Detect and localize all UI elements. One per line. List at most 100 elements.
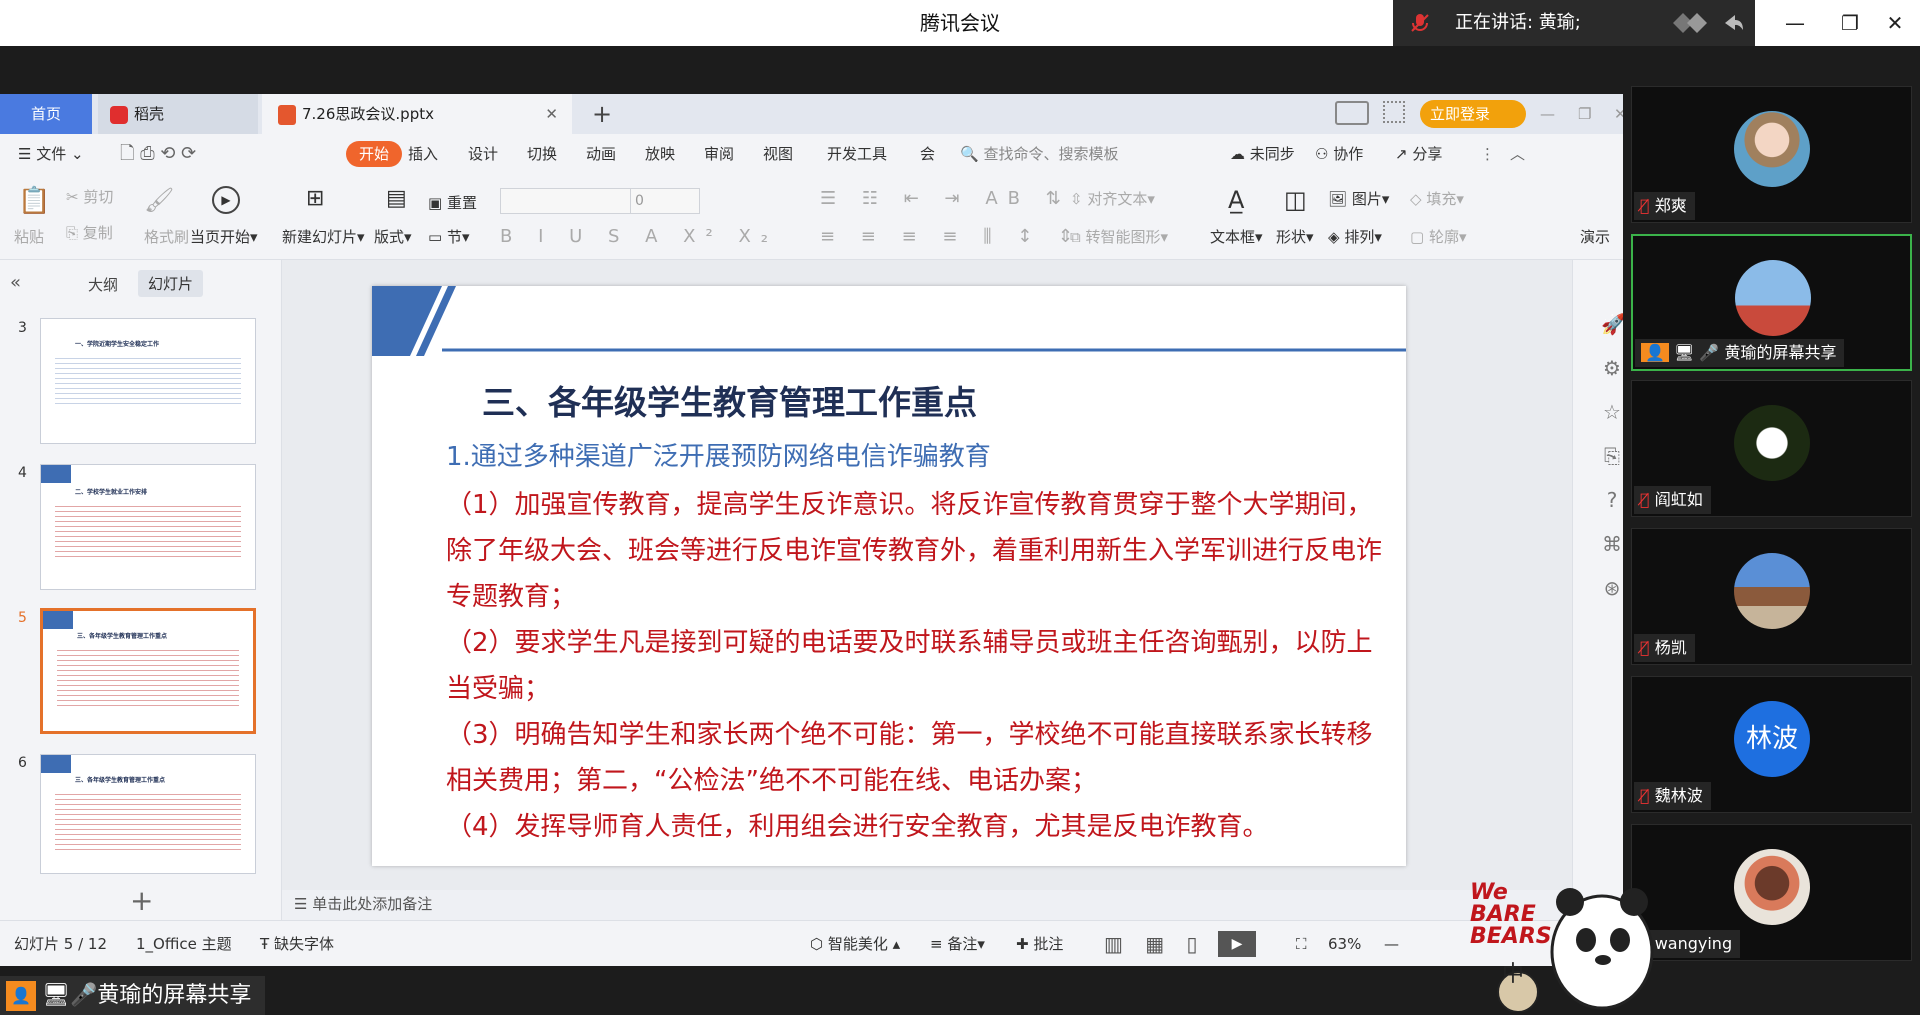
command-search[interactable]: 🔍 查找命令、搜索模板 <box>960 134 1118 174</box>
menu-animation[interactable]: 动画 <box>586 134 616 174</box>
participant-tile[interactable]: 🎙̸ 阎虹如 <box>1631 380 1912 517</box>
menu-review[interactable]: 审阅 <box>704 134 734 174</box>
zoom-out-button[interactable]: — <box>1384 921 1399 967</box>
menu-insert[interactable]: 插入 <box>408 134 438 174</box>
collab-button[interactable]: ⚇ 协作 <box>1315 134 1363 174</box>
notes-placeholder: ☰ 单击此处添加备注 <box>294 895 433 913</box>
participant-tile[interactable]: 🎙̸ wangying <box>1631 824 1912 961</box>
new-tab-button[interactable]: + <box>592 94 612 134</box>
participant-tile[interactable]: 🎙̸ 杨凯 <box>1631 528 1912 665</box>
textbox-button[interactable]: 文本框▾ <box>1210 226 1263 247</box>
more-icon[interactable]: ⋮ <box>1480 134 1495 174</box>
restore-button[interactable]: ❐ <box>1830 0 1870 46</box>
slide-thumbnail[interactable]: 二、学校学生就业工作安排 <box>40 464 256 590</box>
format-painter-button[interactable]: 格式刷 <box>144 226 189 247</box>
pptx-icon <box>278 104 296 125</box>
wps-minimize-button[interactable]: — <box>1540 94 1555 134</box>
menu-developer[interactable]: 开发工具 <box>827 134 887 174</box>
minimize-button[interactable]: — <box>1775 0 1815 46</box>
layout-button[interactable]: 版式▾ <box>374 226 412 247</box>
menu-transition[interactable]: 切换 <box>527 134 557 174</box>
cut-button[interactable]: ✂ 剪切 <box>66 186 113 207</box>
fill-button[interactable]: ◇ 填充▾ <box>1410 188 1464 209</box>
avatar: 林波 <box>1734 701 1810 777</box>
menu-view[interactable]: 视图 <box>763 134 793 174</box>
participant-tile-active[interactable]: 👤 🖥 🎤 黄瑜的屏幕共享 <box>1631 234 1912 371</box>
list-buttons[interactable]: ☰ ☷ ⇤ ⇥ AB ⇅ <box>820 188 1071 209</box>
zoom-level[interactable]: 63% <box>1328 921 1361 967</box>
arrange-label: 排列 <box>1344 228 1375 246</box>
share-button[interactable]: ↗ 分享 <box>1395 134 1442 174</box>
align-buttons[interactable]: ≡ ≡ ≡ ≡ ⫼ ↕ ⇕ <box>820 226 1083 247</box>
font-name-select[interactable] <box>500 188 632 214</box>
slide-thumbnail[interactable]: 一、学院近期学生安全稳定工作 <box>40 318 256 444</box>
quick-access-icons[interactable]: 🗋 ⎙ ⟲ ⟳ <box>120 134 196 174</box>
sync-label: 未同步 <box>1249 145 1295 163</box>
mic-muted-icon[interactable] <box>1409 12 1431 34</box>
notes-toggle-button[interactable]: ≡ 备注▾ <box>930 921 985 967</box>
layout-icon[interactable] <box>1335 101 1369 125</box>
collapse-ribbon-icon[interactable]: ︿ <box>1510 134 1525 174</box>
slide[interactable]: 三、各年级学生教育管理工作重点 1.通过多种渠道广泛开展预防网络电信诈骗教育 （… <box>372 286 1406 866</box>
layout-label: 版式 <box>374 228 405 246</box>
new-slide-button[interactable]: 新建幻灯片▾ <box>282 226 365 247</box>
login-button[interactable]: 立即登录 <box>1420 100 1526 128</box>
layout-icon[interactable]: ▤ <box>386 186 407 211</box>
tab-document[interactable]: 7.26思政会议.pptx ✕ <box>262 94 572 134</box>
paste-button[interactable]: 粘贴 <box>14 226 44 247</box>
participant-tile[interactable]: 🎙̸ 郑爽 <box>1631 86 1912 223</box>
outline-button[interactable]: ▢ 轮廓▾ <box>1410 226 1467 247</box>
arrange-button[interactable]: ◈ 排列▾ <box>1328 226 1382 247</box>
section-button[interactable]: ▭ 节▾ <box>428 226 470 247</box>
tab-daoke[interactable]: 稻壳 <box>98 94 258 134</box>
paste-icon[interactable]: 📋 <box>18 186 50 216</box>
new-slide-icon[interactable]: ⊞ <box>306 186 324 211</box>
beautify-button[interactable]: ⬡ 智能美化 ▴ <box>810 921 900 967</box>
participant-tile[interactable]: 林波 🎙̸ 魏林波 <box>1631 676 1912 813</box>
copy-button[interactable]: ⎘ 复制 <box>66 222 113 243</box>
menu-start[interactable]: 开始 <box>346 141 403 167</box>
present-button[interactable]: 演示 <box>1580 226 1610 247</box>
collapse-pane-icon[interactable]: « <box>10 272 21 293</box>
menu-design[interactable]: 设计 <box>468 134 498 174</box>
tab-close-icon[interactable]: ✕ <box>545 94 558 134</box>
grid-icon[interactable] <box>1383 101 1405 123</box>
slide-thumbnail[interactable]: 三、各年级学生教育管理工作重点 <box>40 754 256 874</box>
fill-label: 填充 <box>1426 190 1457 208</box>
textbox-icon[interactable]: A̲ <box>1228 186 1244 214</box>
mic-muted-icon: 🎙̸ <box>1640 490 1650 509</box>
format-painter-icon[interactable]: 🖌 <box>144 186 174 214</box>
shape-icon[interactable]: ◫ <box>1284 186 1307 214</box>
file-menu[interactable]: ☰ 文件 ⌄ <box>18 134 84 174</box>
tab-slides[interactable]: 幻灯片 <box>138 270 204 297</box>
font-size-select[interactable]: 0 <box>630 188 700 214</box>
font-style-buttons[interactable]: B I U S A X² X₂ <box>500 226 778 247</box>
ime-indicator[interactable]: 中 <box>1502 956 1524 988</box>
fit-icon[interactable]: ⛶ <box>1296 921 1307 967</box>
play-from-current-button[interactable]: 当页开始▾ <box>190 226 258 247</box>
screen-share-text: 黄瑜的屏幕共享 <box>97 983 252 1008</box>
text-align-button[interactable]: ⇳ 对齐文本▾ <box>1070 188 1155 209</box>
smartart-button[interactable]: ⧉ 转智能图形▾ <box>1070 226 1168 247</box>
menu-more[interactable]: 会 <box>920 134 935 174</box>
participant-name-text: 黄瑜的屏幕共享 <box>1724 343 1837 362</box>
picture-button[interactable]: 🖼 图片▾ <box>1328 188 1389 209</box>
missing-font-button[interactable]: Ŧ 缺失字体 <box>260 921 334 967</box>
wps-restore-button[interactable]: ❐ <box>1578 94 1591 134</box>
close-button[interactable]: ✕ <box>1875 0 1915 46</box>
add-slide-button[interactable]: + <box>130 884 153 917</box>
theme-name[interactable]: 1_Office 主题 <box>136 921 232 967</box>
tab-home[interactable]: 首页 <box>0 94 92 134</box>
play-icon[interactable]: ▶ <box>212 186 240 214</box>
sync-status[interactable]: ☁ 未同步 <box>1230 134 1295 174</box>
view-mode-icons[interactable]: ▥ ▦ ▯ <box>1104 921 1206 967</box>
slide-thumbnail-selected[interactable]: 三、各年级学生教育管理工作重点 <box>40 608 256 734</box>
shape-button[interactable]: 形状▾ <box>1276 226 1314 247</box>
tab-outline[interactable]: 大纲 <box>88 274 118 295</box>
menu-slideshow[interactable]: 放映 <box>645 134 675 174</box>
view-toggle-icon[interactable] <box>1673 12 1743 34</box>
comment-button[interactable]: ✚ 批注 <box>1016 921 1063 967</box>
side-tool-icons[interactable]: 🚀 ⚙ ☆ ⎘? ⌘ ⊛ <box>1601 302 1626 610</box>
reset-button[interactable]: ▣ 重置 <box>428 192 477 213</box>
play-slideshow-button[interactable]: ▶ <box>1218 931 1256 957</box>
